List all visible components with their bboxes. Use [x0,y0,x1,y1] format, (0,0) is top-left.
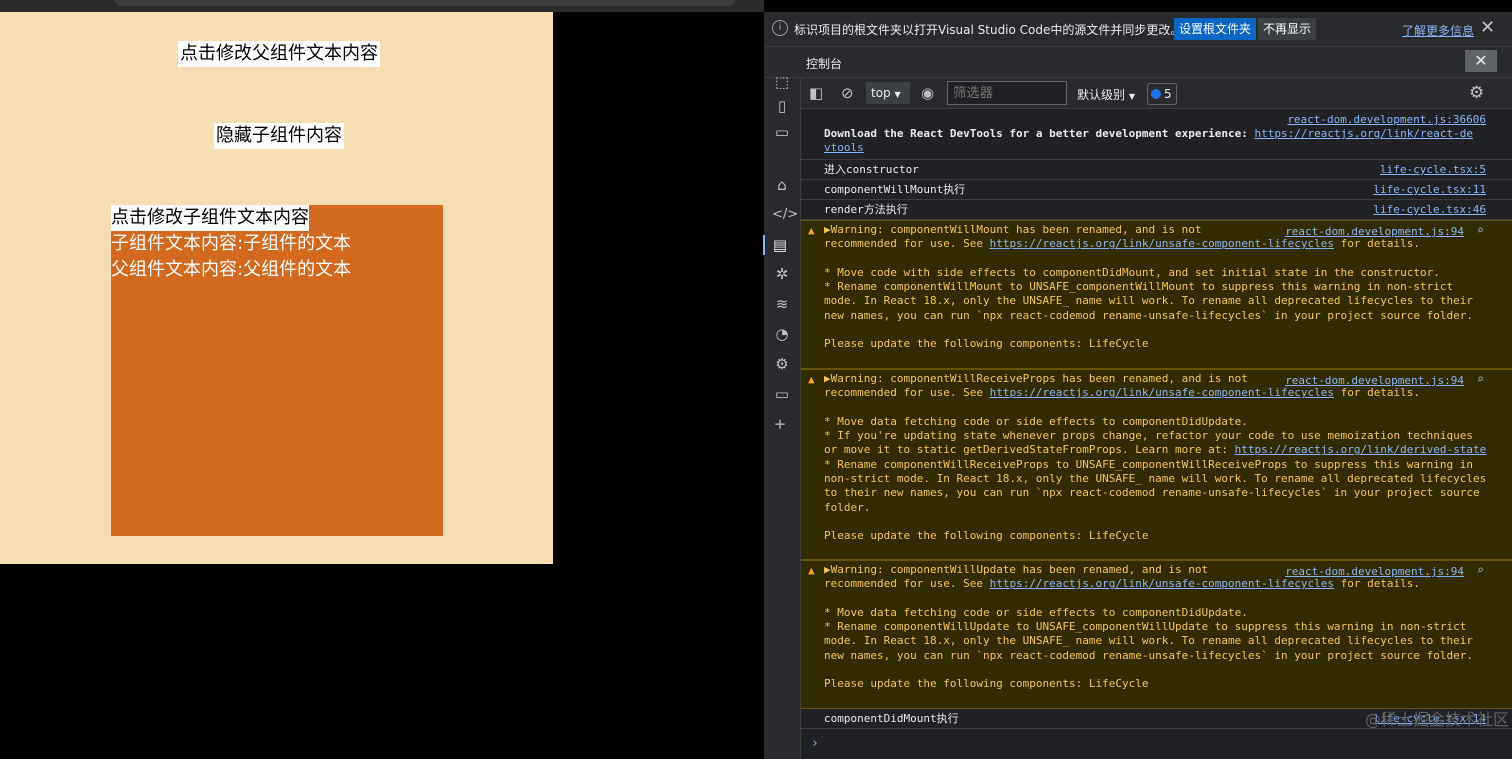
clear-console-icon[interactable]: ⊘ [841,84,854,102]
warning-icon: ▲ [808,224,815,237]
warning-line: Warning: componentWillUpdate has been re… [830,563,1209,576]
message-count: 5 [1164,87,1172,101]
dont-show-again-button[interactable]: 不再显示 [1258,18,1317,40]
watermark: @稀土掘金技术社区 [1365,710,1510,729]
devtools-activity-bar: ⬚ ▯ ▭ ⌂ </> ▤ ✲ ≋ ◔ ⚙ ▭ + [763,73,801,759]
info-icon: i [772,20,788,36]
context-value: top [871,86,891,100]
close-infobar-icon[interactable]: ✕ [1480,17,1495,38]
warning-line: recommended for use. See [824,577,990,591]
modify-child-text-button[interactable]: 点击修改子组件文本内容 [111,205,309,231]
warning-body: * Move data fetching code or side effect… [824,605,1474,691]
log-text: componentWillMount执行 [824,183,966,196]
modify-parent-text-button[interactable]: 点击修改父组件文本内容 [178,41,380,67]
warning-text: ▶Warning: componentWillReceiveProps has … [824,372,1486,544]
filter-input[interactable] [947,81,1067,105]
chevron-down-icon: ▼ [1128,92,1135,101]
console-prompt[interactable]: › [811,736,819,751]
warning-entry: ▲ ▶Warning: componentWillReceiveProps ha… [801,369,1512,560]
sidebar-toggle-icon[interactable]: ◧ [809,84,823,102]
message-count-badge[interactable]: 5 [1147,83,1177,105]
unsafe-lifecycles-link[interactable]: https://reactjs.org/link/unsafe-componen… [990,577,1334,590]
warning-line: recommended for use. See [824,237,990,251]
parent-text-line: 父组件文本内容:父组件的文本 [111,259,352,280]
warning-icon: ▲ [808,373,815,386]
devtools-panel: i 标识项目的根文件夹以打开Visual Studio Code中的源文件并同步… [763,12,1512,759]
warning-line: Warning: componentWillReceiveProps has b… [830,372,1248,385]
log-text: 进入constructor [824,163,919,176]
set-root-folder-button[interactable]: 设置根文件夹 [1174,18,1257,40]
warning-icon: ▲ [808,564,815,577]
bug-icon[interactable]: ✲ [772,264,792,284]
application-icon[interactable]: ▭ [772,384,792,404]
source-link[interactable]: life-cycle.tsx:11 [1373,183,1486,197]
log-level-label: 默认级别 [1077,88,1126,102]
log-text: render方法执行 [824,203,908,216]
unsafe-lifecycles-link[interactable]: https://reactjs.org/link/unsafe-componen… [990,237,1334,250]
log-text: Download the React DevTools for a better… [824,127,1474,156]
browser-top-bar [0,0,764,12]
inspect-icon[interactable]: ⬚ [772,72,792,92]
source-link[interactable]: react-dom.development.js:94 [1285,565,1464,579]
warning-text: ▶Warning: componentWillMount has been re… [824,223,1473,352]
source-link[interactable]: life-cycle.tsx:46 [1373,203,1486,217]
window-icon[interactable]: ▭ [772,122,792,142]
source-link[interactable]: react-dom.development.js:36606 [1287,113,1486,127]
derived-state-link[interactable]: https://reactjs.org/link/derived-state [1235,443,1487,456]
expand-icon[interactable]: ▶ [824,563,831,576]
child-text-line: 子组件文本内容:子组件的文本 [111,233,352,254]
infobar-message: 标识项目的根文件夹以打开Visual Studio Code中的源文件并同步更改… [794,23,1183,37]
devtools-infobar: i 标识项目的根文件夹以打开Visual Studio Code中的源文件并同步… [764,12,1512,47]
log-text: componentDidMount执行 [824,712,959,725]
source-link[interactable]: react-dom.development.js:94 [1285,374,1464,388]
expand-icon[interactable]: ▶ [824,372,831,385]
unsafe-lifecycles-link[interactable]: https://reactjs.org/link/unsafe-componen… [990,386,1334,399]
elements-icon[interactable]: </> [772,205,798,225]
device-emulation-icon[interactable]: ▯ [772,96,792,116]
console-entry: 进入constructor life-cycle.tsx:5 [801,160,1512,180]
eye-icon[interactable]: ◉ [921,84,934,102]
expand-icon[interactable]: ▶ [824,223,831,236]
log-level-select[interactable]: 默认级别 ▼ [1077,86,1135,103]
console-icon[interactable]: ▤ [763,235,795,255]
console-entry: render方法执行 life-cycle.tsx:46 [801,200,1512,220]
memory-icon[interactable]: ⚙ [772,354,792,374]
warning-line: recommended for use. See [824,386,990,400]
add-tool-icon[interactable]: + [770,414,790,434]
source-link[interactable]: life-cycle.tsx:5 [1380,163,1486,177]
learn-more-link[interactable]: 了解更多信息 [1402,22,1474,39]
panel-titlebar: 控制台 ✕ [764,47,1512,78]
settings-icon[interactable]: ⚙ [1469,83,1484,103]
warning-body: * Rename componentWillReceiveProps to UN… [824,457,1487,543]
home-icon[interactable]: ⌂ [772,175,792,195]
warning-body: * Move code with side effects to compone… [824,265,1474,351]
performance-icon[interactable]: ◔ [772,324,792,344]
message-icon [1151,89,1161,99]
address-bar[interactable] [115,0,735,6]
search-icon[interactable]: ⌕ [1477,563,1484,577]
network-icon[interactable]: ≋ [772,294,792,314]
console-entry: componentWillMount执行 life-cycle.tsx:11 [801,180,1512,200]
close-panel-button[interactable]: ✕ [1465,50,1497,72]
console-entry: react-dom.development.js:36606 Download … [801,109,1512,160]
app-page: 点击修改父组件文本内容 隐藏子组件内容 点击修改子组件文本内容 子组件文本内容:… [0,12,553,564]
warning-entry: ▲ ▶Warning: componentWillMount has been … [801,220,1512,369]
panel-title: 控制台 [806,57,843,71]
chevron-down-icon: ▼ [894,90,901,99]
warning-text: ▶Warning: componentWillUpdate has been r… [824,563,1473,692]
console-toolbar: ◧ ⊘ top ▼ ◉ 默认级别 ▼ 5 ⚙ [801,78,1512,109]
search-icon[interactable]: ⌕ [1477,372,1484,386]
log-message: Download the React DevTools for a better… [824,127,1255,140]
search-icon[interactable]: ⌕ [1477,223,1484,237]
warning-entry: ▲ ▶Warning: componentWillUpdate has been… [801,560,1512,709]
source-link[interactable]: react-dom.development.js:94 [1285,225,1464,239]
warning-line: Warning: componentWillMount has been ren… [830,223,1202,236]
console-output: react-dom.development.js:36606 Download … [801,109,1512,759]
child-component: 点击修改子组件文本内容 子组件文本内容:子组件的文本 父组件文本内容:父组件的文… [111,205,443,536]
context-select[interactable]: top ▼ [866,82,910,104]
hide-child-button[interactable]: 隐藏子组件内容 [214,123,344,149]
